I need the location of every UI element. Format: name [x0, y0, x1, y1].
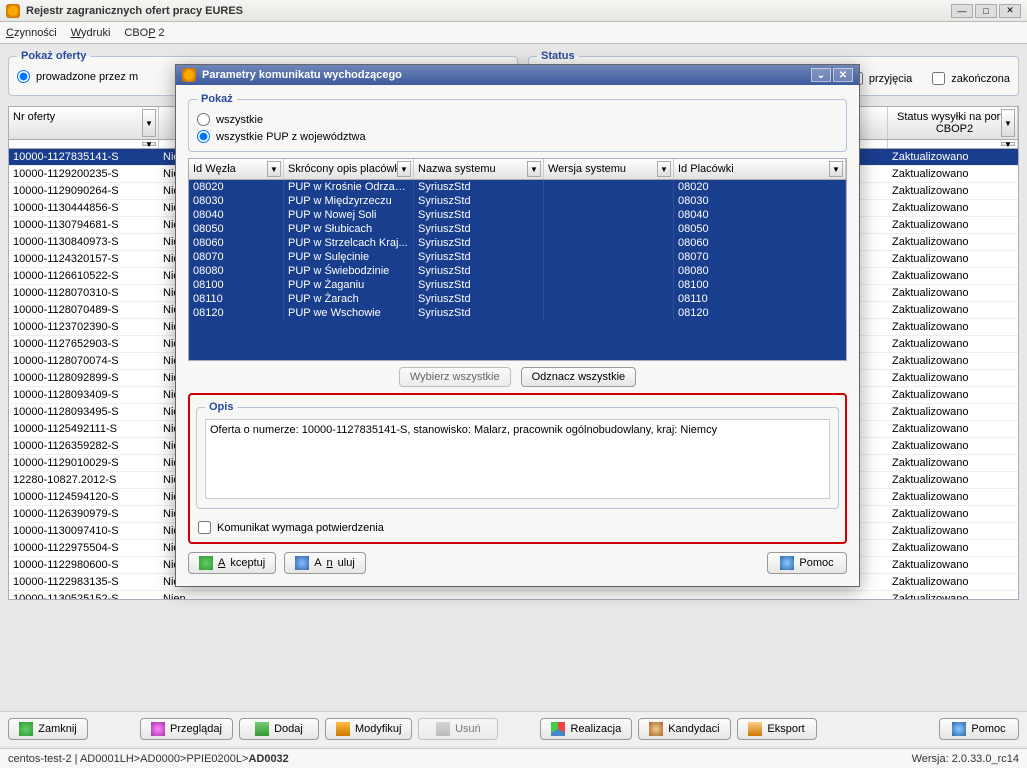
check-icon — [19, 722, 33, 736]
opis-textarea[interactable] — [205, 419, 830, 499]
confirm-checkbox[interactable] — [198, 521, 211, 534]
col-nr-oferty[interactable]: Nr oferty▼ — [9, 107, 159, 139]
table-row[interactable]: 08040PUP w Nowej SoliSyriuszStd08040 — [189, 208, 846, 222]
przegladaj-button[interactable]: Przeglądaj — [140, 718, 233, 740]
dialog-pokaz-group: Pokaż wszystkie wszystkie PUP z wojewódz… — [188, 93, 847, 152]
help-icon — [780, 556, 794, 570]
menu-bar: Czynności Wydruki CBOP 2 — [0, 22, 1027, 44]
maximize-button[interactable]: □ — [975, 4, 997, 18]
col-nazwa-sys[interactable]: Nazwa systemu▼ — [414, 159, 544, 179]
deselect-all-button[interactable]: Odznacz wszystkie — [521, 367, 637, 387]
breadcrumb: centos-test-2 | AD0001LH>AD0000>PPIE0200… — [8, 753, 289, 765]
zamknij-button[interactable]: Zamknij — [8, 718, 88, 740]
chevron-down-icon[interactable]: ▼ — [657, 161, 671, 177]
help-icon — [952, 722, 966, 736]
version-label: Wersja: 2.0.33.0_rc14 — [912, 753, 1019, 765]
chevron-down-icon[interactable]: ▼ — [527, 161, 541, 177]
check-icon — [199, 556, 213, 570]
pomoc-button[interactable]: Pomoc — [939, 718, 1019, 740]
dodaj-button[interactable]: Dodaj — [239, 718, 319, 740]
table-row[interactable]: 08050PUP w SłubicachSyriuszStd08050 — [189, 222, 846, 236]
col-wersja-sys[interactable]: Wersja systemu▼ — [544, 159, 674, 179]
undo-icon — [295, 556, 309, 570]
kandydaci-button[interactable]: Kandydaci — [638, 718, 730, 740]
cancel-button[interactable]: Anuluj — [284, 552, 366, 574]
table-row[interactable]: 08100PUP w ŻaganiuSyriuszStd08100 — [189, 278, 846, 292]
status-label: Status — [537, 50, 579, 62]
realizacja-button[interactable]: Realizacja — [540, 718, 632, 740]
parametry-dialog: Parametry komunikatu wychodzącego ⌄ ✕ Po… — [175, 64, 860, 587]
window-title-bar: Rejestr zagranicznych ofert pracy EURES … — [0, 0, 1027, 22]
confirm-label: Komunikat wymaga potwierdzenia — [217, 522, 384, 534]
table-row[interactable]: 08020PUP w Krośnie Odrzań...SyriuszStd08… — [189, 180, 846, 194]
chevron-down-icon[interactable]: ▼ — [829, 161, 843, 177]
dialog-title: Parametry komunikatu wychodzącego — [202, 69, 402, 81]
status-chk-zakonczona[interactable] — [932, 72, 945, 85]
plus-icon — [255, 722, 269, 736]
chevron-down-icon[interactable]: ▼ — [397, 161, 411, 177]
pokaz-radio-1-label: prowadzone przez m — [36, 71, 138, 83]
table-row[interactable]: 08110PUP w ŻarachSyriuszStd08110 — [189, 292, 846, 306]
pokaz-oferty-label: Pokaż oferty — [17, 50, 90, 62]
accept-button[interactable]: Akceptuj — [188, 552, 276, 574]
table-row[interactable]: 08060PUP w Strzelcach Kraj...SyriuszStd0… — [189, 236, 846, 250]
minimize-button[interactable]: — — [951, 4, 973, 18]
minus-icon — [436, 722, 450, 736]
table-row[interactable]: 08030PUP w MiędzyrzeczuSyriuszStd08030 — [189, 194, 846, 208]
dialog-help-button[interactable]: Pomoc — [767, 552, 847, 574]
close-button[interactable]: ✕ — [999, 4, 1021, 18]
dialog-radio-wszystkie-pup[interactable] — [197, 130, 210, 143]
app-icon — [6, 4, 20, 18]
eksport-button[interactable]: Eksport — [737, 718, 817, 740]
opis-label: Opis — [205, 401, 237, 413]
col-id-placowki[interactable]: Id Placówki▼ — [674, 159, 846, 179]
col-id-wezla[interactable]: Id Węzła▼ — [189, 159, 284, 179]
dialog-pokaz-label: Pokaż — [197, 93, 237, 105]
opis-group: Opis — [196, 401, 839, 509]
modyfikuj-button[interactable]: Modyfikuj — [325, 718, 412, 740]
table-row[interactable]: 10000-1130525152-SNienZaktualizowano — [9, 591, 1018, 599]
chevron-down-icon[interactable]: ▼ — [267, 161, 281, 177]
menu-czynnosci[interactable]: Czynności — [6, 27, 57, 39]
dialog-radio-wszystkie[interactable] — [197, 113, 210, 126]
filter-dropdown-icon[interactable]: ▼ — [1001, 142, 1015, 146]
opis-highlight: Opis Komunikat wymaga potwierdzenia — [188, 393, 847, 544]
status-bar: centos-test-2 | AD0001LH>AD0000>PPIE0200… — [0, 748, 1027, 768]
dialog-close-button[interactable]: ✕ — [833, 68, 853, 82]
dialog-minimize-button[interactable]: ⌄ — [811, 68, 831, 82]
usun-button[interactable]: Usuń — [418, 718, 498, 740]
pencil-icon — [336, 722, 350, 736]
app-icon — [182, 68, 196, 82]
col-opis[interactable]: Skrócony opis placówki▼ — [284, 159, 414, 179]
nodes-table: Id Węzła▼ Skrócony opis placówki▼ Nazwa … — [188, 158, 847, 361]
menu-wydruki[interactable]: Wydruki — [71, 27, 111, 39]
filter-dropdown-icon[interactable]: ▼ — [142, 142, 156, 146]
window-title: Rejestr zagranicznych ofert pracy EURES — [26, 5, 243, 17]
dialog-title-bar[interactable]: Parametry komunikatu wychodzącego ⌄ ✕ — [176, 65, 859, 85]
toolbar: Zamknij Przeglądaj Dodaj Modyfikuj Usuń … — [0, 711, 1027, 746]
pokaz-radio-1[interactable] — [17, 70, 30, 83]
magnifier-icon — [151, 722, 165, 736]
table-row[interactable]: 08080PUP w ŚwiebodzinieSyriuszStd08080 — [189, 264, 846, 278]
filter-dropdown-icon[interactable]: ▼ — [142, 109, 156, 137]
table-row[interactable]: 08120PUP we WschowieSyriuszStd08120 — [189, 306, 846, 320]
table-row[interactable]: 08070PUP w SulęcinieSyriuszStd08070 — [189, 250, 846, 264]
col-status-cbop2[interactable]: Status wysyłki na portal CBOP2▼ — [888, 107, 1018, 139]
chart-icon — [551, 722, 565, 736]
menu-cbop2[interactable]: CBOP 2 — [124, 27, 164, 39]
export-icon — [748, 722, 762, 736]
select-all-button[interactable]: Wybierz wszystkie — [399, 367, 511, 387]
filter-dropdown-icon[interactable]: ▼ — [1001, 109, 1015, 137]
people-icon — [649, 722, 663, 736]
